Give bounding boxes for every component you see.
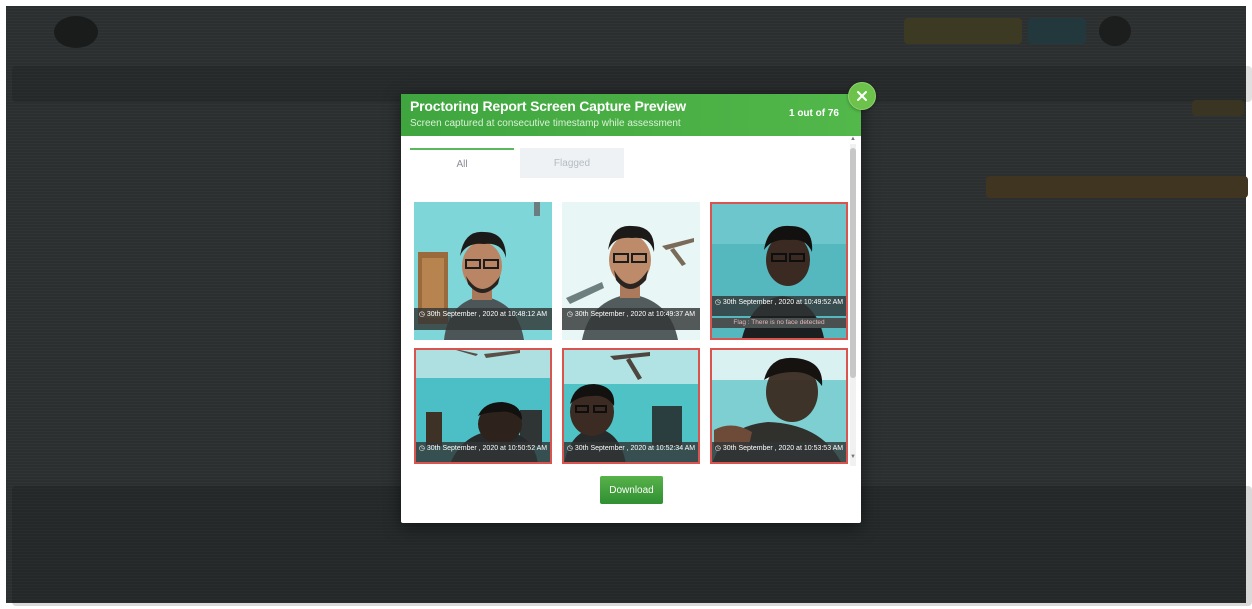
capture-timestamp: ◷ 30th September , 2020 at 10:50:52 AM (416, 442, 550, 462)
user-avatar (1099, 16, 1131, 46)
capture-counter: 1 out of 76 (788, 108, 839, 119)
clock-icon: ◷ (566, 311, 575, 318)
close-icon (857, 91, 867, 101)
background-button (1028, 18, 1086, 44)
capture-timestamp: ◷ 30th September , 2020 at 10:49:52 AM (712, 296, 846, 316)
background-button (904, 18, 1022, 44)
background-label (1192, 100, 1244, 116)
grid-scrollbar[interactable]: ▲ ▼ (850, 136, 856, 466)
close-button[interactable] (848, 82, 876, 110)
capture-thumbnail-flagged[interactable]: ◷ 30th September , 2020 at 10:53:53 AM (710, 348, 848, 464)
capture-thumbnail-flagged[interactable]: ◷ 30th September , 2020 at 10:52:34 AM (562, 348, 700, 464)
capture-thumbnail-flagged[interactable]: ◷ 30th September , 2020 at 10:49:52 AM F… (710, 202, 848, 340)
background-banner (986, 176, 1248, 198)
download-button[interactable]: Download (600, 476, 663, 504)
capture-timestamp: ◷ 30th September , 2020 at 10:48:12 AM (414, 308, 552, 330)
capture-thumbnail[interactable]: ◷ 30th September , 2020 at 10:48:12 AM (414, 202, 552, 340)
logo-avatar (54, 16, 98, 48)
flag-reason: Flag : There is no face detected (712, 318, 846, 328)
capture-grid[interactable]: ◷ 30th September , 2020 at 10:48:12 AM ◷… (410, 194, 848, 464)
modal-subtitle: Screen captured at consecutive timestamp… (410, 118, 681, 129)
tab-all[interactable]: All (410, 148, 514, 178)
clock-icon: ◷ (714, 445, 723, 452)
scroll-down-icon[interactable]: ▼ (850, 454, 856, 460)
scrollbar-thumb[interactable] (850, 148, 856, 378)
capture-thumbnail[interactable]: ◷ 30th September , 2020 at 10:49:37 AM (562, 202, 700, 340)
capture-timestamp: ◷ 30th September , 2020 at 10:49:37 AM (562, 308, 700, 330)
screen-capture-preview-modal: Proctoring Report Screen Capture Preview… (401, 82, 876, 523)
capture-timestamp: ◷ 30th September , 2020 at 10:52:34 AM (564, 442, 698, 462)
modal-title: Proctoring Report Screen Capture Preview (410, 98, 686, 114)
capture-timestamp: ◷ 30th September , 2020 at 10:53:53 AM (712, 442, 846, 462)
clock-icon: ◷ (566, 445, 575, 452)
clock-icon: ◷ (714, 299, 723, 306)
capture-thumbnail-flagged[interactable]: ◷ 30th September , 2020 at 10:50:52 AM (414, 348, 552, 464)
clock-icon: ◷ (418, 445, 427, 452)
tab-flagged[interactable]: Flagged (520, 148, 624, 178)
capture-tabs: All Flagged (410, 148, 624, 178)
modal-header: Proctoring Report Screen Capture Preview… (401, 94, 861, 136)
clock-icon: ◷ (418, 311, 427, 318)
scroll-up-icon[interactable]: ▲ (850, 136, 856, 142)
